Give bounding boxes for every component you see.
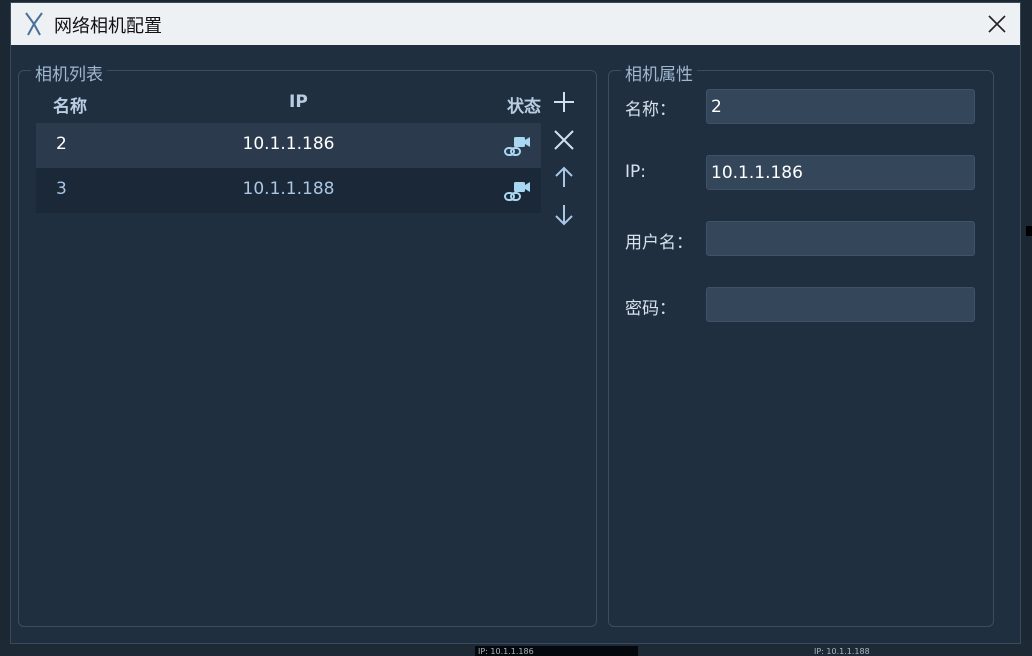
ip-label: IP: <box>625 162 646 182</box>
close-button[interactable] <box>982 9 1012 39</box>
delete-icon <box>554 130 574 150</box>
name-field[interactable] <box>706 89 975 124</box>
app-logo-icon <box>25 12 43 36</box>
column-header-status[interactable]: 状态 <box>507 92 541 117</box>
camera-properties-group: 相机属性 <box>608 60 994 627</box>
password-label: 密码： <box>625 299 676 319</box>
camera-link-icon <box>504 182 530 201</box>
move-up-button[interactable] <box>550 163 578 191</box>
close-icon <box>988 15 1006 33</box>
delete-camera-button[interactable] <box>550 126 578 154</box>
camera-ip-cell: 10.1.1.186 <box>242 134 335 154</box>
background-ip-label: IP: 10.1.1.188 <box>814 647 870 656</box>
background-edge <box>1026 226 1032 236</box>
name-label: 名称： <box>625 100 676 120</box>
move-down-button[interactable] <box>550 201 578 229</box>
camera-ip-cell: 10.1.1.188 <box>242 179 335 199</box>
background-ip-label: IP: 10.1.1.186 <box>478 647 534 656</box>
column-header-ip[interactable]: IP <box>289 92 308 112</box>
password-field[interactable] <box>706 287 975 322</box>
username-label: 用户名： <box>625 233 693 253</box>
title-bar: 网络相机配置 <box>11 3 1020 45</box>
window-title: 网络相机配置 <box>54 16 162 37</box>
table-row[interactable]: 3 10.1.1.188 <box>36 168 541 213</box>
ip-field[interactable] <box>706 155 975 190</box>
column-header-name[interactable]: 名称 <box>53 92 87 117</box>
arrow-up-icon <box>555 166 573 187</box>
username-field[interactable] <box>706 221 975 256</box>
camera-link-icon <box>504 137 530 156</box>
arrow-down-icon <box>555 205 573 226</box>
camera-properties-title: 相机属性 <box>621 60 697 85</box>
camera-list-title: 相机列表 <box>31 60 107 85</box>
table-row[interactable]: 2 10.1.1.186 <box>36 123 541 168</box>
add-camera-button[interactable] <box>550 88 578 116</box>
add-icon <box>554 92 574 112</box>
